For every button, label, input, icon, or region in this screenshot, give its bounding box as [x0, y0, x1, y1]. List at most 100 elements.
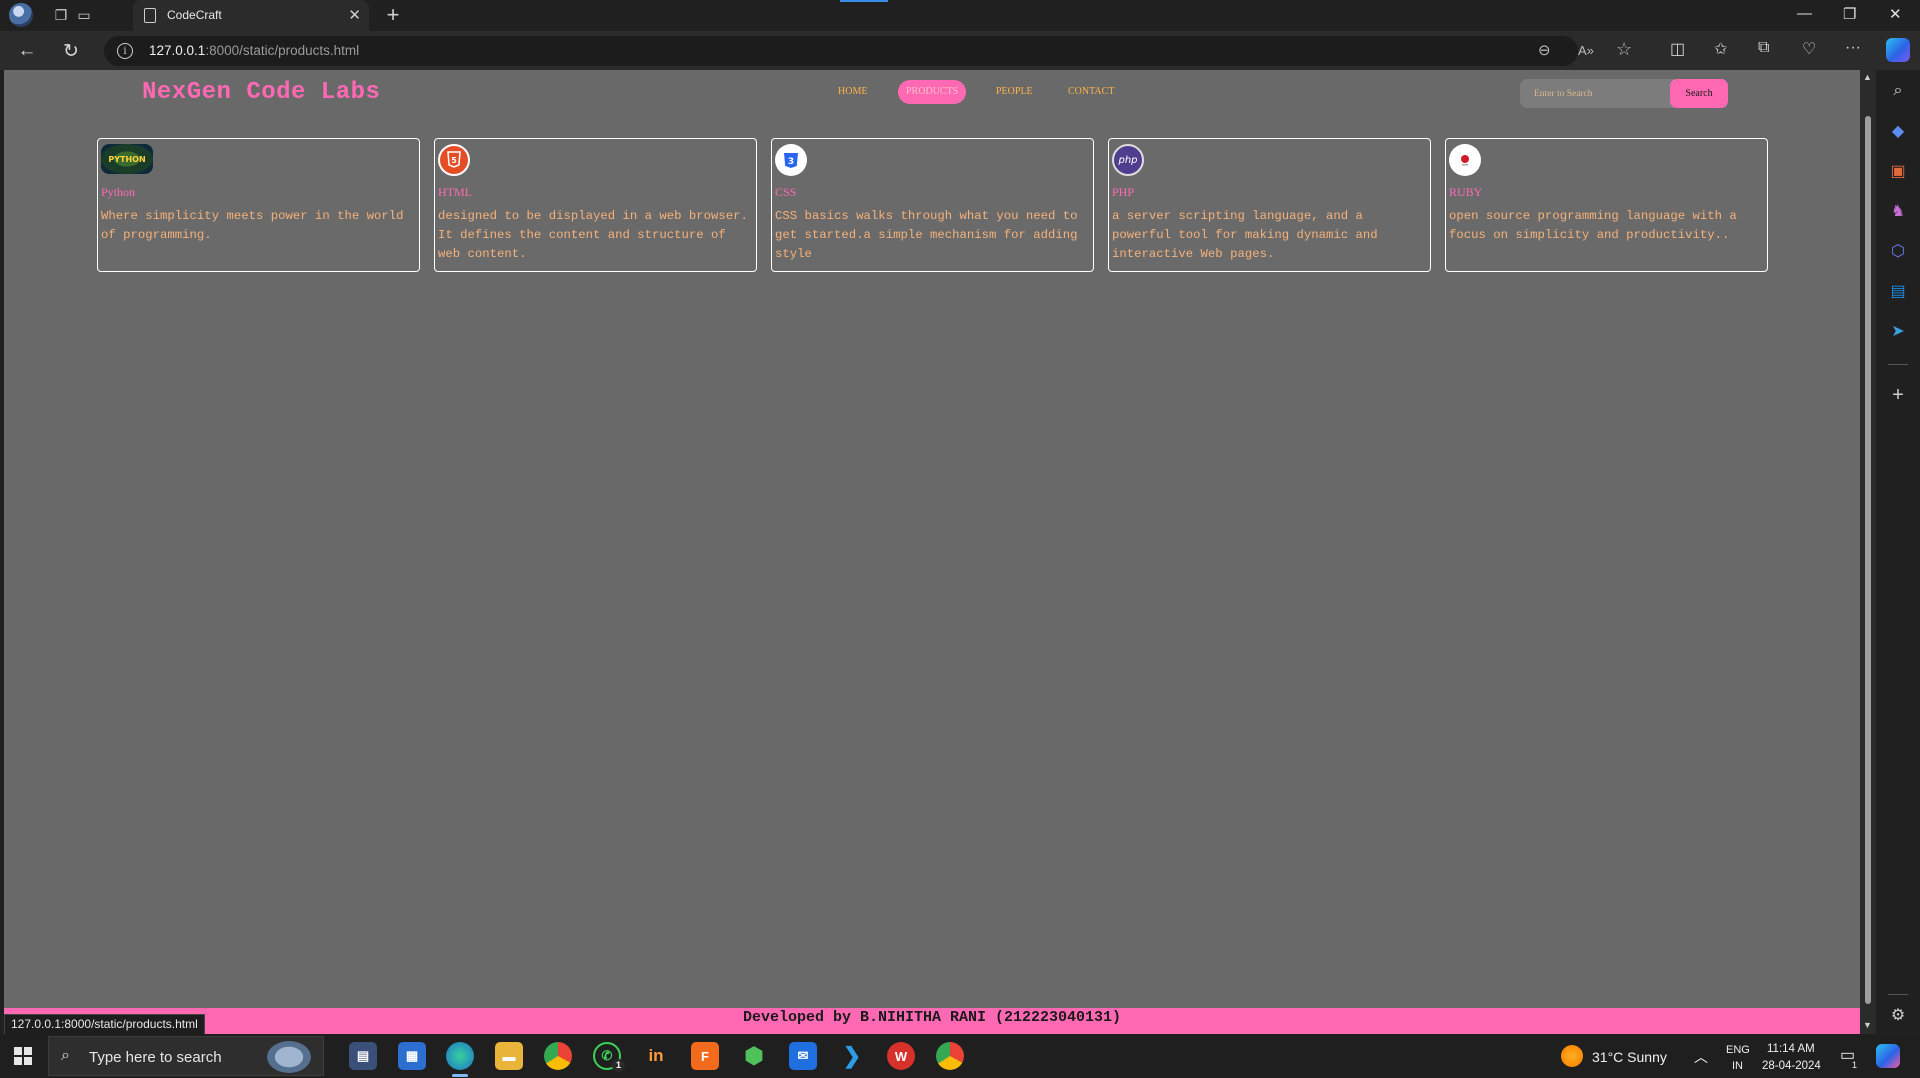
product-description: designed to be displayed in a web browse…	[438, 209, 748, 261]
tab-codecraft[interactable]: CodeCraft ✕	[133, 0, 369, 31]
wps-office-icon[interactable]: W	[887, 1042, 915, 1070]
php-logo-icon: php	[1112, 144, 1144, 176]
minimize-button[interactable]: —	[1797, 5, 1812, 22]
refresh-button[interactable]: ↻	[59, 39, 83, 63]
ruby-logo-icon	[1449, 144, 1481, 176]
read-aloud-icon[interactable]: A»	[1578, 43, 1594, 58]
intellij-app-icon[interactable]: in	[642, 1042, 670, 1070]
search-highlight-art	[267, 1041, 311, 1073]
chrome-icon[interactable]	[544, 1042, 572, 1070]
product-name: PHP	[1112, 185, 1135, 199]
product-description: Where simplicity meets power in the worl…	[101, 209, 404, 242]
product-description: CSS basics walks through what you need t…	[775, 209, 1078, 261]
nav-contact[interactable]: CONTACT	[1061, 80, 1121, 104]
vscode-icon[interactable]: ❯	[838, 1042, 866, 1070]
page-icon	[144, 8, 156, 23]
sidebar-settings-icon[interactable]: ⚙	[1887, 1004, 1909, 1026]
mail-icon[interactable]: ✉	[789, 1042, 817, 1070]
url-host: 127.0.0.1	[149, 43, 206, 58]
address-bar[interactable]: i 127.0.0.1:8000/static/products.html ⊖ …	[104, 36, 1632, 66]
page-viewport: NexGen Code Labs HOME PRODUCTS PEOPLE CO…	[4, 70, 1860, 1034]
task-view-app-icon[interactable]: ▤	[349, 1042, 377, 1070]
product-card-python[interactable]: PYTHON Python Where simplicity meets pow…	[97, 138, 420, 272]
site-search-input[interactable]	[1520, 79, 1674, 108]
product-card-ruby[interactable]: RUBY open source programming language wi…	[1445, 138, 1768, 272]
clock-time[interactable]: 11:14 AM	[1767, 1043, 1815, 1055]
product-name: RUBY	[1449, 185, 1483, 199]
product-name: HTML	[438, 185, 472, 199]
collections-icon[interactable]: ⧉	[1758, 39, 1769, 57]
taskbar-search-placeholder: Type here to search	[89, 1049, 222, 1066]
product-name: Python	[101, 185, 136, 199]
outlook-icon[interactable]: ▤	[1887, 280, 1909, 302]
product-card-html[interactable]: 5 HTML designed to be displayed in a web…	[434, 138, 757, 272]
nav-people[interactable]: PEOPLE	[989, 80, 1040, 104]
nodejs-icon[interactable]: ⬢	[740, 1042, 768, 1070]
language-region[interactable]: IN	[1732, 1060, 1743, 1072]
whatsapp-badge: 1	[612, 1059, 625, 1072]
address-bar-row: ← ↻ i 127.0.0.1:8000/static/products.htm…	[0, 31, 1920, 70]
weather-sun-icon[interactable]	[1561, 1045, 1583, 1067]
edge-browser-icon[interactable]	[446, 1042, 474, 1077]
url-path: :8000/static/products.html	[205, 43, 360, 58]
svg-text:3: 3	[788, 157, 794, 167]
scroll-down-arrow-icon[interactable]: ▼	[1863, 1020, 1872, 1030]
workspaces-icon[interactable]: ❐	[50, 4, 72, 26]
product-card-css[interactable]: 3 CSS CSS basics walks through what you …	[771, 138, 1094, 272]
add-sidebar-app-icon[interactable]: +	[1887, 384, 1909, 406]
split-screen-icon[interactable]: ◫	[1670, 39, 1685, 59]
favorite-star-icon[interactable]: ☆	[1616, 39, 1632, 60]
copilot-icon[interactable]	[1886, 38, 1910, 62]
link-status-bar: 127.0.0.1:8000/static/products.html	[4, 1014, 205, 1035]
vertical-tabs-icon[interactable]: ▭	[73, 4, 95, 26]
nav-home[interactable]: HOME	[831, 80, 874, 104]
html5-logo-icon: 5	[438, 144, 470, 176]
svg-text:5: 5	[451, 156, 457, 165]
tools-briefcase-icon[interactable]: ▣	[1887, 160, 1909, 182]
microsoft-store-icon[interactable]: ▦	[398, 1042, 426, 1070]
site-search-button[interactable]: Search	[1670, 79, 1728, 108]
taskbar-search-box[interactable]: ⌕ Type here to search	[48, 1036, 324, 1076]
site-info-icon[interactable]: i	[117, 43, 133, 59]
footer-credit: Developed by B.NIHITHA RANI (21222304013…	[742, 1009, 1122, 1026]
clock-date[interactable]: 28-04-2024	[1762, 1060, 1821, 1072]
vertical-scrollbar[interactable]: ▲ ▼	[1860, 70, 1876, 1034]
weather-text[interactable]: 31°C Sunny	[1592, 1049, 1667, 1065]
telegram-icon[interactable]: ➤	[1887, 320, 1909, 342]
profile-avatar[interactable]	[9, 3, 33, 27]
chrome-profile-icon[interactable]	[936, 1042, 964, 1070]
shopping-tag-icon[interactable]: ◆	[1887, 120, 1909, 142]
scrollbar-thumb[interactable]	[1865, 116, 1871, 1004]
restore-button[interactable]: ❐	[1843, 5, 1856, 23]
f-app-icon[interactable]: F	[691, 1042, 719, 1070]
url-text[interactable]: 127.0.0.1:8000/static/products.html	[149, 43, 359, 58]
new-tab-button[interactable]: +	[382, 2, 404, 27]
close-window-button[interactable]: ✕	[1889, 5, 1902, 23]
browser-essentials-icon[interactable]: ♡	[1802, 39, 1816, 59]
whatsapp-icon[interactable]: ✆ 1	[593, 1042, 625, 1072]
language-code[interactable]: ENG	[1726, 1044, 1750, 1056]
games-icon[interactable]: ♞	[1887, 200, 1909, 222]
scroll-up-arrow-icon[interactable]: ▲	[1863, 72, 1872, 82]
sidebar-search-icon[interactable]: ⌕	[1887, 80, 1909, 102]
windows-taskbar: ⌕ Type here to search ▤ ▦ ▬ ✆ 1 in F ⬢ ✉…	[0, 1034, 1920, 1078]
microsoft-365-icon[interactable]: ⬡	[1887, 240, 1909, 262]
product-card-php[interactable]: php PHP a server scripting language, and…	[1108, 138, 1431, 272]
zoom-out-icon[interactable]: ⊖	[1538, 41, 1551, 59]
file-explorer-icon[interactable]: ▬	[495, 1042, 523, 1070]
browser-title-bar: ❐ ▭ CodeCraft ✕ + — ❐ ✕	[0, 0, 1920, 31]
copilot-taskbar-icon[interactable]	[1876, 1044, 1900, 1068]
more-options-icon[interactable]: ···	[1845, 39, 1861, 57]
product-description: open source programming language with a …	[1449, 209, 1737, 242]
nav-products[interactable]: PRODUCTS	[898, 80, 967, 104]
back-button[interactable]: ←	[15, 39, 39, 63]
site-footer: Developed by B.NIHITHA RANI (21222304013…	[4, 1008, 1860, 1034]
favorites-icon[interactable]: ✩	[1714, 39, 1727, 59]
site-brand[interactable]: NexGen Code Labs	[142, 79, 380, 106]
edge-sidebar: ⌕ ◆ ▣ ♞ ⬡ ▤ ➤ + ⚙	[1876, 70, 1920, 1034]
tab-title: CodeCraft	[167, 8, 222, 22]
python-logo-icon: PYTHON	[101, 144, 153, 174]
tray-overflow-chevron-icon[interactable]: ︿	[1694, 1047, 1708, 1067]
start-windows-icon[interactable]	[14, 1047, 32, 1065]
tab-close-icon[interactable]: ✕	[348, 6, 361, 24]
